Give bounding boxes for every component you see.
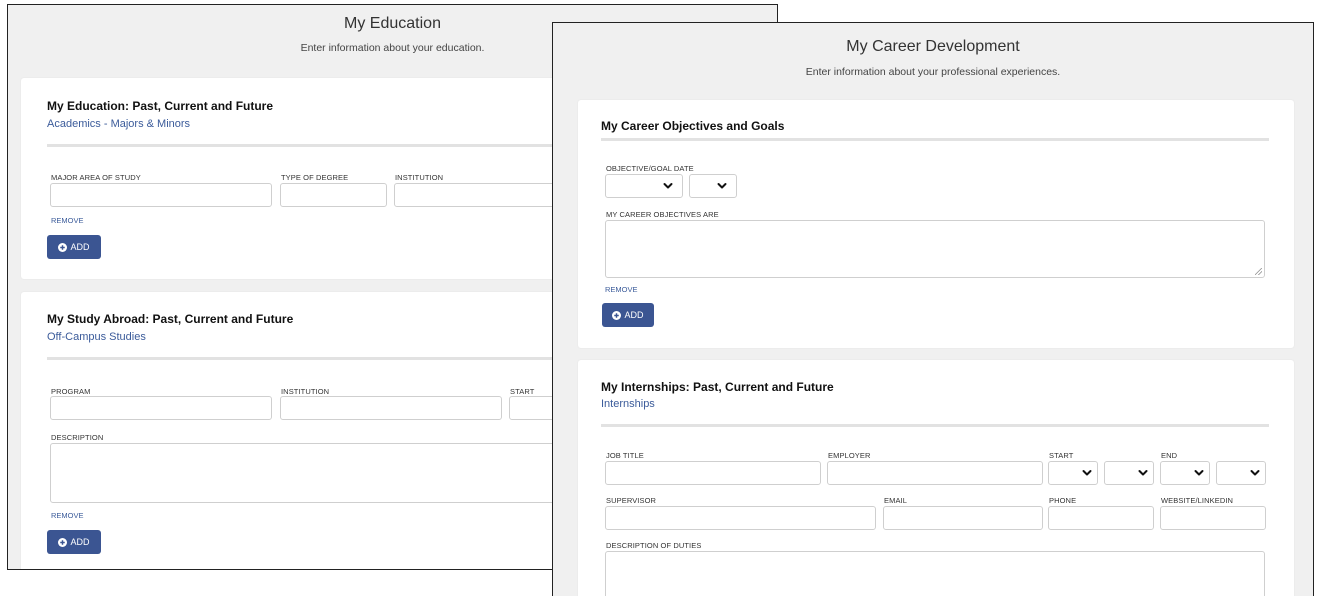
- section-title: My Internships: Past, Current and Future: [601, 380, 834, 394]
- phone-input[interactable]: [1048, 506, 1154, 530]
- internships-card: My Internships: Past, Current and Future…: [578, 360, 1294, 596]
- page-title: My Career Development: [846, 38, 1020, 55]
- major-area-input[interactable]: [50, 183, 272, 207]
- add-label: ADD: [624, 310, 644, 320]
- section-title: My Study Abroad: Past, Current and Futur…: [47, 312, 294, 326]
- career-objectives-textarea[interactable]: [605, 220, 1265, 278]
- page-subtitle: Enter information about your professiona…: [805, 66, 1061, 78]
- section-divider: [601, 138, 1269, 141]
- institution-input[interactable]: [280, 396, 502, 420]
- plus-circle-icon: [58, 243, 67, 252]
- end-month-select[interactable]: [1160, 461, 1210, 485]
- add-objective-button[interactable]: ADD: [602, 303, 654, 327]
- goal-month-select[interactable]: [605, 174, 683, 198]
- employer-input[interactable]: [827, 461, 1043, 485]
- start-year-select[interactable]: [1104, 461, 1154, 485]
- supervisor-input[interactable]: [605, 506, 876, 530]
- chevron-down-icon: [663, 180, 673, 192]
- section-divider: [601, 424, 1269, 427]
- employer-label: EMPLOYER: [828, 451, 871, 460]
- add-label: ADD: [70, 537, 90, 547]
- phone-label: PHONE: [1049, 496, 1077, 505]
- duties-textarea[interactable]: [605, 551, 1265, 596]
- add-label: ADD: [70, 242, 90, 252]
- academics-majors-minors-link[interactable]: Academics - Majors & Minors: [47, 118, 190, 130]
- major-area-label: MAJOR AREA OF STUDY: [51, 173, 141, 182]
- goal-year-select[interactable]: [689, 174, 737, 198]
- website-linkedin-input[interactable]: [1160, 506, 1266, 530]
- resize-grip-icon[interactable]: [1255, 268, 1262, 275]
- section-title: My Education: Past, Current and Future: [47, 99, 274, 113]
- add-education-button[interactable]: ADD: [47, 235, 101, 259]
- remove-link[interactable]: REMOVE: [605, 285, 638, 294]
- add-study-abroad-button[interactable]: ADD: [47, 530, 101, 554]
- career-objectives-label: MY CAREER OBJECTIVES ARE: [606, 210, 719, 219]
- section-title: My Career Objectives and Goals: [601, 119, 785, 133]
- degree-type-label: TYPE OF DEGREE: [281, 173, 349, 182]
- start-label: START: [1049, 451, 1074, 460]
- job-title-label: JOB TITLE: [606, 451, 644, 460]
- plus-circle-icon: [58, 538, 67, 547]
- email-label: EMAIL: [884, 496, 908, 505]
- remove-link[interactable]: REMOVE: [51, 511, 84, 520]
- plus-circle-icon: [612, 311, 621, 320]
- institution-label: INSTITUTION: [281, 387, 330, 396]
- start-label: START: [510, 387, 535, 396]
- chevron-down-icon: [1138, 467, 1148, 479]
- degree-type-input[interactable]: [280, 183, 387, 207]
- website-linkedin-label: WEBSITE/LINKEDIN: [1161, 496, 1234, 505]
- chevron-down-icon: [717, 180, 727, 192]
- remove-link[interactable]: REMOVE: [51, 216, 84, 225]
- start-month-select[interactable]: [1048, 461, 1098, 485]
- program-input[interactable]: [50, 396, 272, 420]
- institution-label: INSTITUTION: [395, 173, 444, 182]
- email-input[interactable]: [883, 506, 1043, 530]
- chevron-down-icon: [1082, 467, 1092, 479]
- goal-date-label: OBJECTIVE/GOAL DATE: [606, 164, 694, 173]
- chevron-down-icon: [1194, 467, 1204, 479]
- program-label: PROGRAM: [51, 387, 91, 396]
- duties-label: DESCRIPTION OF DUTIES: [606, 541, 702, 550]
- my-career-development-window: My Career Development Enter information …: [552, 22, 1314, 596]
- off-campus-studies-link[interactable]: Off-Campus Studies: [47, 331, 146, 343]
- job-title-input[interactable]: [605, 461, 821, 485]
- end-year-select[interactable]: [1216, 461, 1266, 485]
- internships-link[interactable]: Internships: [601, 398, 655, 410]
- career-objectives-card: My Career Objectives and Goals OBJECTIVE…: [578, 100, 1294, 348]
- chevron-down-icon: [1250, 467, 1260, 479]
- end-label: END: [1161, 451, 1178, 460]
- supervisor-label: SUPERVISOR: [606, 496, 657, 505]
- description-label: DESCRIPTION: [51, 433, 104, 442]
